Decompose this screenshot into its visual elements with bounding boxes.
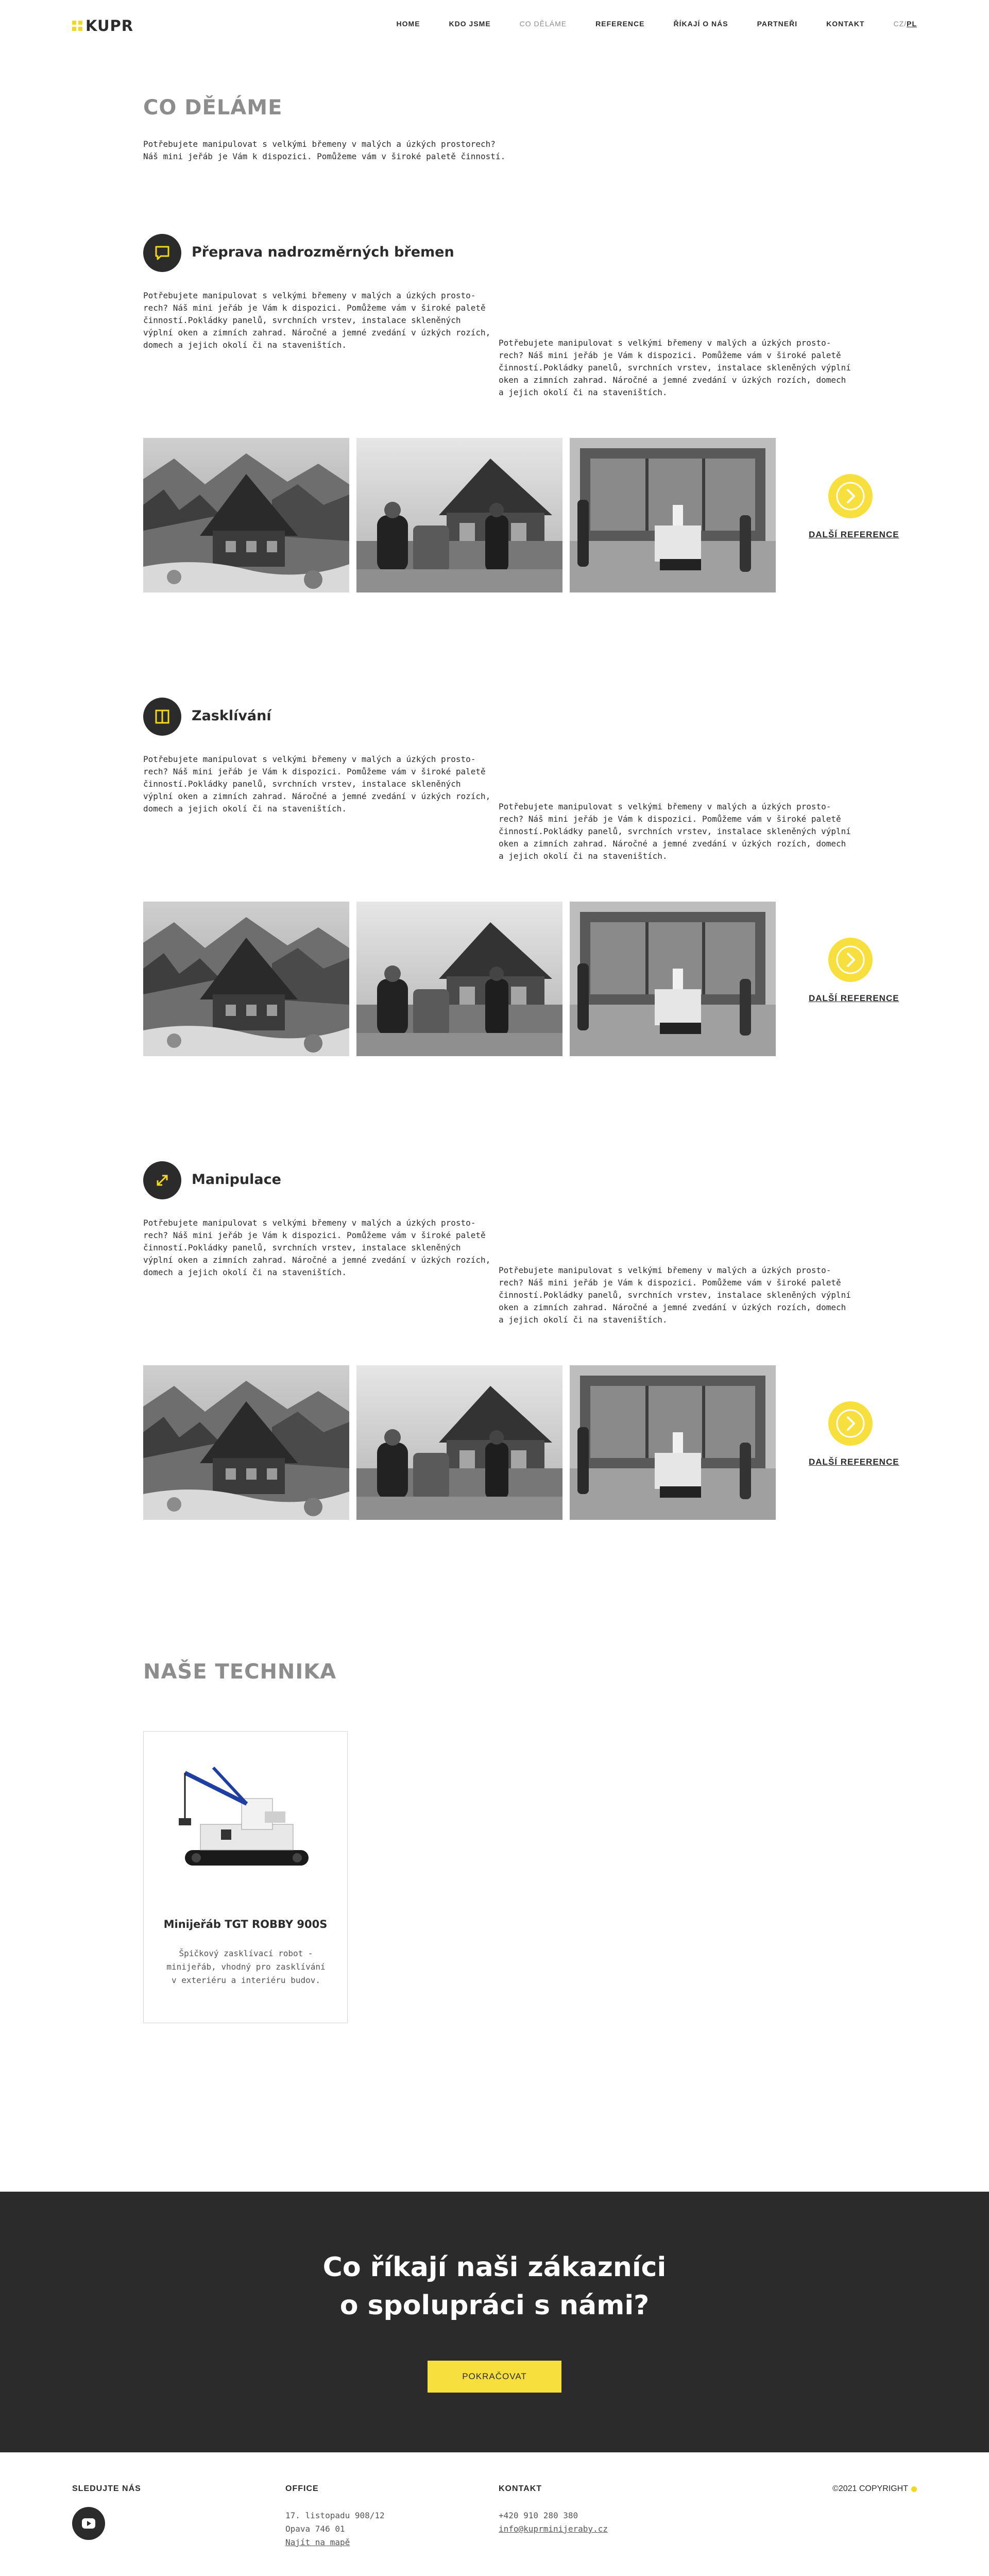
service-text-left: Potřebujete manipulovat s velkými břemen…: [143, 291, 491, 350]
testimonials-title: Co říkají naši zákazníci o spolupráci s …: [0, 2248, 989, 2325]
office-address: 17. listopadu 908/12 Opava 746 01 Najít …: [285, 2509, 385, 2549]
youtube-icon: [82, 2518, 95, 2529]
reference-photo[interactable]: [356, 1365, 562, 1520]
testimonials-band: Co říkají naši zákazníci o spolupráci s …: [0, 2192, 989, 2452]
nav-item-reference[interactable]: REFERENCE: [595, 20, 644, 28]
more-references-link[interactable]: DALŠÍ REFERENCE: [809, 1457, 899, 1467]
service-preprava: Přeprava nadrozměrných břemen Potřebujet…: [0, 234, 989, 646]
office-city: Opava 746 01: [285, 2524, 345, 2534]
expand-arrows-icon: [143, 1161, 181, 1199]
logo-mark: [72, 21, 82, 31]
technika-title: NAŠE TECHNIKA: [143, 1660, 337, 1684]
reference-photo[interactable]: [570, 902, 776, 1056]
nav-item-co-delame[interactable]: CO DĚLÁME: [520, 20, 567, 28]
reference-photo[interactable]: [143, 902, 349, 1056]
service-text-right: Potřebujete manipulovat s velkými břemen…: [499, 802, 851, 861]
service-text-right: Potřebujete manipulovat s velkými břemen…: [499, 1265, 851, 1325]
main-nav: HOME KDO JSME CO DĚLÁME REFERENCE ŘÍKAJÍ…: [368, 20, 917, 28]
contact-info: +420 910 280 380 info@kuprminijeraby.cz: [499, 2509, 608, 2536]
reference-photo[interactable]: [356, 438, 562, 592]
chevron-right-icon: [828, 938, 873, 982]
contact-email[interactable]: info@kuprminijeraby.cz: [499, 2522, 608, 2536]
follow-heading: SLEDUJTE NÁS: [72, 2484, 141, 2493]
copyright: ©2021 COPYRIGHT: [832, 2484, 917, 2494]
testimonials-title-line1: Co říkají naši zákazníci: [322, 2252, 667, 2283]
reference-photo[interactable]: [356, 902, 562, 1056]
technika-card[interactable]: Minijeřáb TGT ROBBY 900S Špičkový zasklí…: [143, 1731, 348, 2023]
continue-button[interactable]: POKRAČOVAT: [428, 2361, 561, 2393]
service-title: Manipulace: [192, 1172, 281, 1188]
contact-heading: KONTAKT: [499, 2484, 542, 2493]
nav-item-rikaji-o-nas[interactable]: ŘÍKAJÍ O NÁS: [673, 20, 728, 28]
technika-name: Minijeřáb TGT ROBBY 900S: [163, 1918, 328, 1930]
lang-pl[interactable]: PL: [907, 20, 917, 28]
reference-photo[interactable]: [570, 1365, 776, 1520]
next-arrow-button[interactable]: [828, 938, 873, 982]
nav-item-home[interactable]: HOME: [397, 20, 420, 28]
page-intro: Potřebujete manipulovat s velkými břemen…: [143, 139, 506, 161]
chevron-right-icon: [828, 474, 873, 518]
next-arrow-button[interactable]: [828, 474, 873, 518]
map-link[interactable]: Najít na mapě: [285, 2536, 385, 2549]
testimonials-title-line2: o spolupráci s námi?: [339, 2290, 650, 2321]
logo-text: KUPR: [86, 17, 134, 35]
service-zasklivani: Zasklívání Potřebujete manipulovat s vel…: [0, 698, 989, 1110]
lang-cz[interactable]: CZ: [894, 20, 905, 28]
reference-photo[interactable]: [143, 1365, 349, 1520]
service-text-right: Potřebujete manipulovat s velkými břemen…: [499, 338, 851, 397]
footer: SLEDUJTE NÁS OFFICE 17. listopadu 908/12…: [0, 2452, 989, 2576]
youtube-button[interactable]: [72, 2507, 105, 2540]
nav-item-kontakt[interactable]: KONTAKT: [826, 20, 864, 28]
copyright-dot: [911, 2486, 917, 2492]
language-switcher: CZ/PL: [894, 20, 917, 28]
contact-phone[interactable]: +420 910 280 380: [499, 2509, 608, 2522]
copyright-text: ©2021 COPYRIGHT: [832, 2484, 908, 2493]
office-heading: OFFICE: [285, 2484, 319, 2493]
reference-photo[interactable]: [143, 438, 349, 592]
more-references-link[interactable]: DALŠÍ REFERENCE: [809, 530, 899, 540]
chevron-right-icon: [828, 1401, 873, 1446]
nav-item-kdo-jsme[interactable]: KDO JSME: [449, 20, 491, 28]
technika-desc: Špičkový zasklívací robot - minijeřáb, v…: [166, 1948, 326, 1985]
service-manipulace: Manipulace Potřebujete manipulovat s vel…: [0, 1161, 989, 1573]
service-title: Přeprava nadrozměrných břemen: [192, 244, 454, 260]
service-text-left: Potřebujete manipulovat s velkými břemen…: [143, 1218, 491, 1277]
service-title: Zasklívání: [192, 708, 271, 724]
nav-item-partneri[interactable]: PARTNEŘI: [757, 20, 798, 28]
service-text-left: Potřebujete manipulovat s velkými břemen…: [143, 754, 491, 814]
chat-square-icon: [143, 234, 181, 272]
next-arrow-button[interactable]: [828, 1401, 873, 1446]
more-references-link[interactable]: DALŠÍ REFERENCE: [809, 993, 899, 1004]
crane-image: [179, 1766, 309, 1866]
page-title: CO DĚLÁME: [143, 96, 283, 120]
logo[interactable]: KUPR: [72, 17, 134, 35]
office-street: 17. listopadu 908/12: [285, 2511, 385, 2520]
window-icon: [143, 698, 181, 736]
reference-photo[interactable]: [570, 438, 776, 592]
